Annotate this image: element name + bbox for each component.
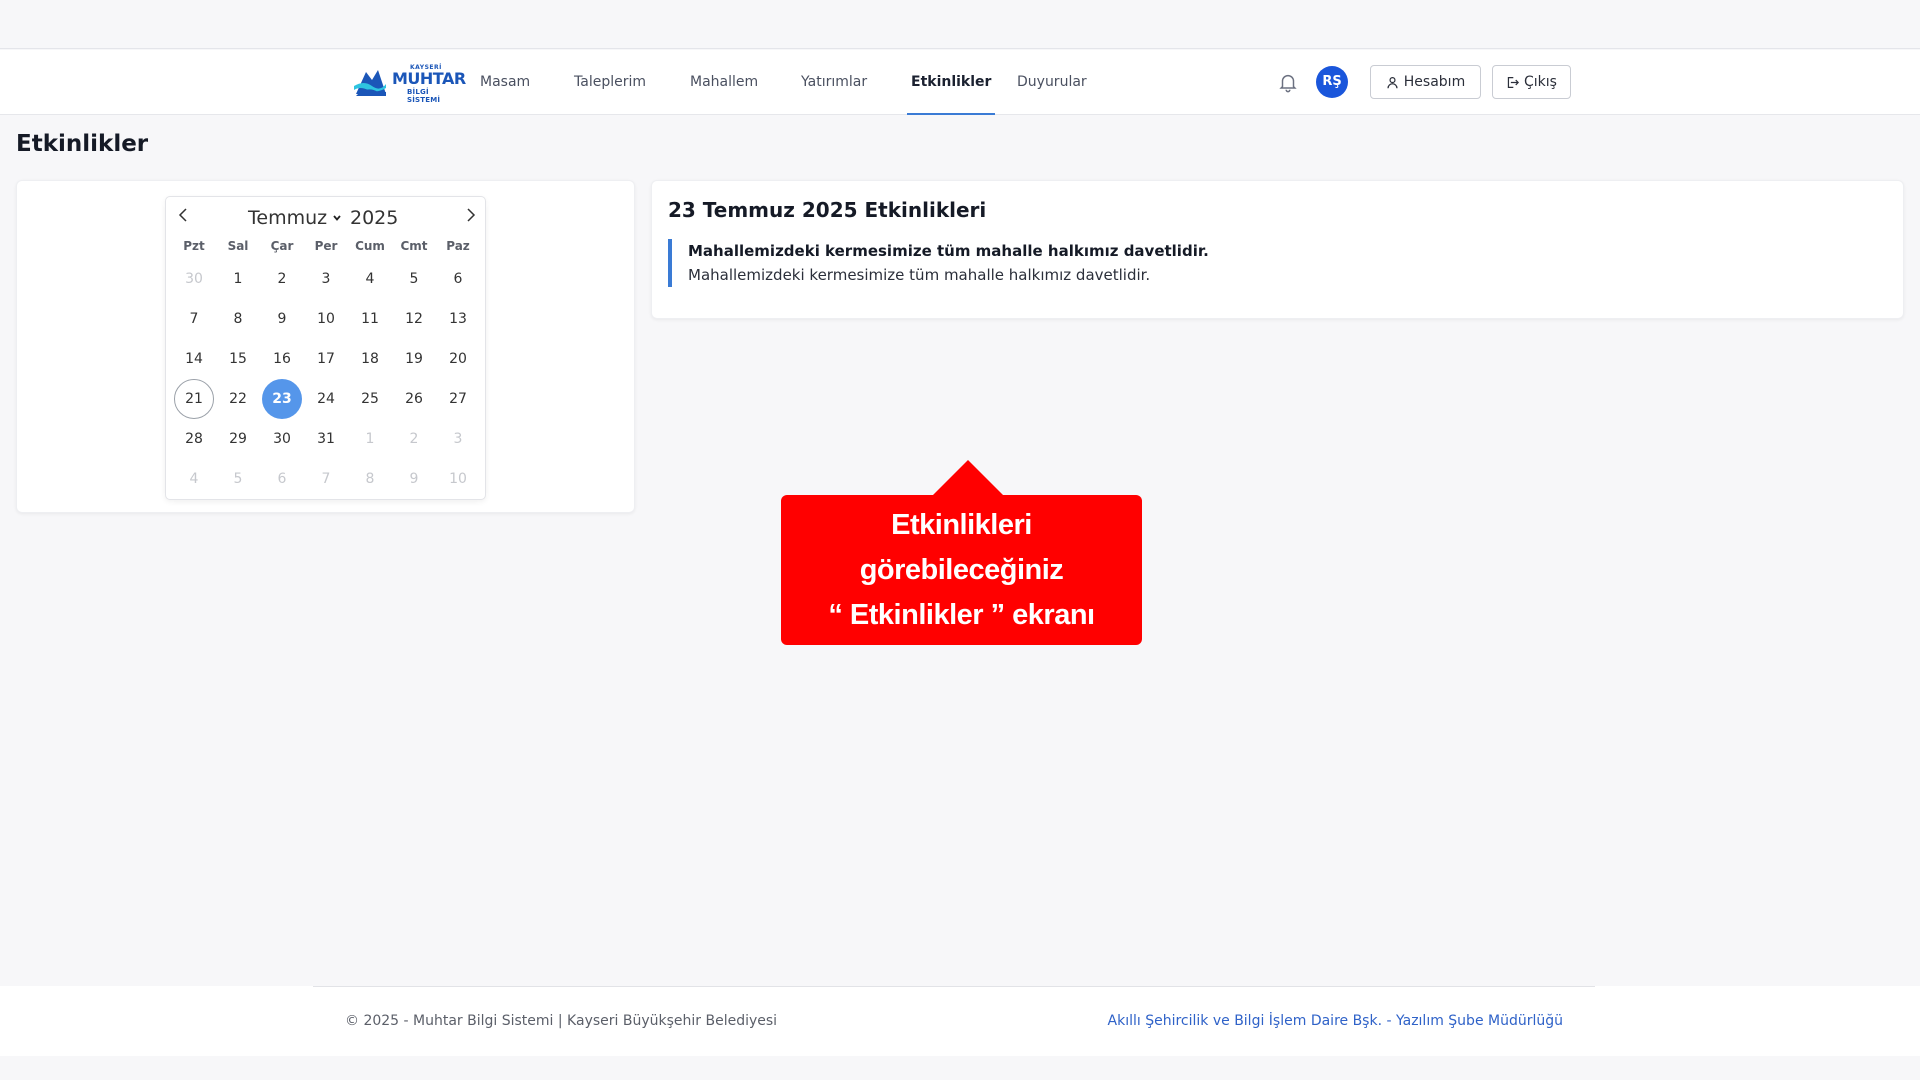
events-card: 23 Temmuz 2025 Etkinlikleri Mahallemizde… — [651, 180, 1904, 319]
user-icon — [1387, 76, 1398, 88]
calendar-day[interactable]: 16 — [262, 339, 302, 379]
weekday-label: Paz — [446, 239, 470, 253]
weekday-label: Çar — [270, 239, 294, 253]
nav-masam[interactable]: Masam — [480, 50, 530, 115]
avatar[interactable]: RŞ — [1316, 66, 1348, 98]
callout-line-2: görebileceğiniz — [859, 554, 1064, 586]
calendar-day[interactable]: 11 — [350, 299, 390, 339]
nav-mahallem[interactable]: Mahallem — [690, 50, 758, 115]
calendar-day[interactable]: 9 — [262, 299, 302, 339]
callout-line-1: Etkinlikleri — [891, 509, 1032, 541]
calendar-day[interactable]: 21 — [174, 379, 214, 419]
calendar-day[interactable]: 2 — [262, 259, 302, 299]
calendar-day[interactable]: 3 — [306, 259, 346, 299]
calendar-day[interactable]: 18 — [350, 339, 390, 379]
calendar-day[interactable]: 29 — [218, 419, 258, 459]
callout-box: Etkinlikleri görebileceğiniz “ Etkinlikl… — [781, 495, 1142, 645]
logo[interactable]: KAYSERİ MUHTAR BİLGİ SİSTEMİ — [352, 64, 466, 104]
calendar-day[interactable]: 24 — [306, 379, 346, 419]
event-item: Mahallemizdeki kermesimize tüm mahalle h… — [668, 239, 1209, 287]
navbar: KAYSERİ MUHTAR BİLGİ SİSTEMİ Masam Talep… — [0, 50, 1920, 115]
calendar-day[interactable]: 3 — [438, 419, 478, 459]
calendar-day[interactable]: 22 — [218, 379, 258, 419]
account-button[interactable]: Hesabım — [1370, 65, 1481, 99]
calendar-day[interactable]: 13 — [438, 299, 478, 339]
calendar-day[interactable]: 1 — [350, 419, 390, 459]
logo-main-text: MUHTAR — [392, 69, 466, 88]
footer — [0, 986, 1920, 1056]
top-strip — [0, 0, 1920, 49]
event-description: Mahallemizdeki kermesimize tüm mahalle h… — [688, 266, 1151, 284]
calendar-day[interactable]: 31 — [306, 419, 346, 459]
calendar-day[interactable]: 5 — [394, 259, 434, 299]
logo-sub-text: BİLGİ SİSTEMİ — [407, 88, 441, 104]
calendar-day[interactable]: 6 — [262, 459, 302, 499]
calendar: Temmuz 2025 Pzt Sal Çar Per Cum Cmt Paz 30 1 2 3 4 5… — [165, 196, 486, 500]
prev-month-icon[interactable] — [174, 205, 194, 225]
weekday-label: Cum — [355, 239, 385, 253]
calendar-day[interactable]: 4 — [350, 259, 390, 299]
calendar-day[interactable]: 19 — [394, 339, 434, 379]
calendar-day[interactable]: 6 — [438, 259, 478, 299]
calendar-day[interactable]: 25 — [350, 379, 390, 419]
calendar-day[interactable]: 4 — [174, 459, 214, 499]
calendar-day[interactable]: 15 — [218, 339, 258, 379]
logout-button[interactable]: Çıkış — [1492, 65, 1571, 99]
callout-line-3: “ Etkinlikler ” ekranı — [828, 599, 1095, 631]
calendar-day[interactable]: 7 — [306, 459, 346, 499]
footer-link[interactable]: Akıllı Şehircilik ve Bilgi İşlem Daire B… — [1108, 1013, 1563, 1029]
calendar-day[interactable]: 5 — [218, 459, 258, 499]
calendar-day[interactable]: 8 — [218, 299, 258, 339]
calendar-day[interactable]: 1 — [218, 259, 258, 299]
footer-divider — [313, 986, 1595, 987]
nav-duyurular[interactable]: Duyurular — [1017, 50, 1087, 115]
logout-icon — [1507, 76, 1520, 88]
calendar-day[interactable]: 8 — [350, 459, 390, 499]
calendar-day[interactable]: 17 — [306, 339, 346, 379]
calendar-day[interactable]: 14 — [174, 339, 214, 379]
page-title: Etkinlikler — [16, 131, 149, 157]
logo-icon — [354, 70, 386, 96]
calendar-day[interactable]: 28 — [174, 419, 214, 459]
calendar-day[interactable]: 30 — [262, 419, 302, 459]
calendar-day[interactable]: 27 — [438, 379, 478, 419]
calendar-day[interactable]: 2 — [394, 419, 434, 459]
weekday-label: Pzt — [183, 239, 205, 253]
calendar-day[interactable]: 10 — [306, 299, 346, 339]
footer-copyright: © 2025 - Muhtar Bilgi Sistemi | Kayseri … — [345, 1013, 778, 1029]
event-title: Mahallemizdeki kermesimize tüm mahalle h… — [688, 242, 1209, 260]
nav-etkinlikler[interactable]: Etkinlikler — [906, 50, 996, 115]
callout-pointer — [932, 460, 1004, 496]
next-month-icon[interactable] — [460, 205, 480, 225]
nav-yatirimlar[interactable]: Yatırımlar — [801, 50, 867, 115]
weekday-label: Sal — [227, 239, 249, 253]
events-title: 23 Temmuz 2025 Etkinlikleri — [668, 198, 987, 222]
calendar-day[interactable]: 10 — [438, 459, 478, 499]
account-label: Hesabım — [1403, 74, 1466, 90]
calendar-day[interactable]: 26 — [394, 379, 434, 419]
calendar-day[interactable]: 12 — [394, 299, 434, 339]
calendar-day[interactable]: 30 — [174, 259, 214, 299]
weekday-label: Cmt — [400, 239, 428, 253]
calendar-day[interactable]: 20 — [438, 339, 478, 379]
logout-label: Çıkış — [1524, 74, 1557, 90]
calendar-year[interactable]: 2025 — [350, 207, 398, 229]
weekday-label: Per — [314, 239, 338, 253]
calendar-month[interactable]: Temmuz — [248, 207, 327, 229]
chevron-down-icon[interactable] — [332, 213, 342, 223]
calendar-day[interactable]: 7 — [174, 299, 214, 339]
calendar-day[interactable]: 9 — [394, 459, 434, 499]
nav-taleplerim[interactable]: Taleplerim — [574, 50, 646, 115]
bell-icon[interactable] — [1277, 70, 1299, 94]
calendar-day[interactable]: 23 — [262, 379, 302, 419]
